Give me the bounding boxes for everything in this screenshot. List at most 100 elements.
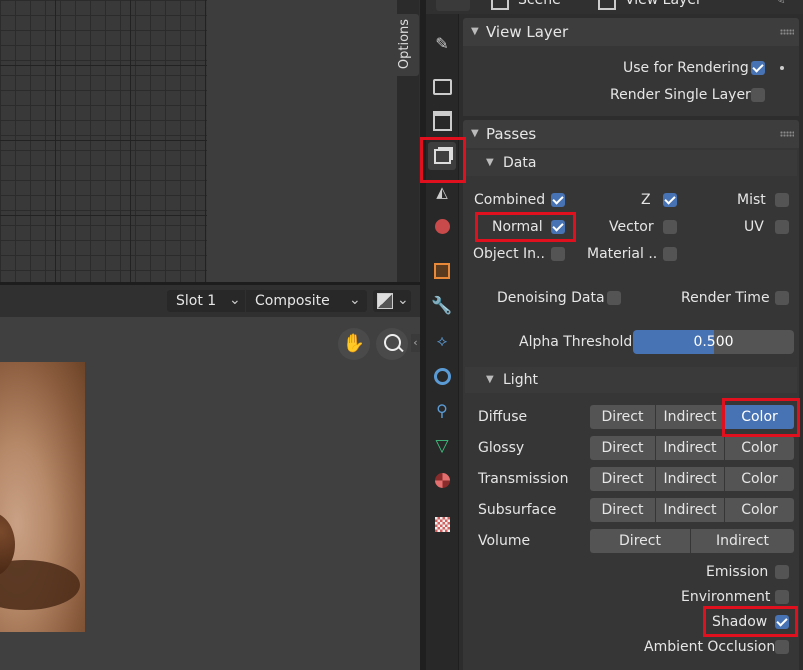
- collapse-arrow-icon: ▼: [486, 157, 494, 168]
- ambient-occlusion-checkbox[interactable]: [775, 640, 789, 654]
- material-index-label: Material ..: [587, 246, 658, 262]
- options-side-tab[interactable]: Options: [397, 0, 419, 282]
- glossy-indirect-button[interactable]: Indirect: [656, 436, 724, 460]
- slot-label: Slot 1: [176, 293, 217, 309]
- chevron-down-icon: ⌄: [397, 292, 409, 308]
- mist-label: Mist: [737, 192, 766, 208]
- object-index-label: Object In..: [473, 246, 545, 262]
- view-layer-panel-title: View Layer: [486, 23, 569, 41]
- volume-direct-button[interactable]: Direct: [590, 529, 690, 553]
- render-icon[interactable]: [428, 73, 456, 101]
- shadow-checkbox[interactable]: [775, 615, 789, 629]
- environment-checkbox[interactable]: [775, 590, 789, 604]
- view-layer-header-label: View Layer: [625, 0, 702, 8]
- subsurface-color-button[interactable]: Color: [725, 498, 794, 522]
- composite-label: Composite: [255, 293, 330, 309]
- chevron-down-icon: ⌄: [349, 292, 361, 308]
- object-index-checkbox[interactable]: [551, 247, 565, 261]
- subsurface-direct-button[interactable]: Direct: [590, 498, 655, 522]
- particles-icon[interactable]: ⟡: [428, 327, 456, 355]
- collapse-arrow-icon: ▼: [486, 374, 494, 385]
- use-for-rendering-checkbox[interactable]: [751, 61, 765, 75]
- scene-icon[interactable]: ◭: [428, 178, 456, 206]
- render-time-label: Render Time: [681, 290, 770, 306]
- material-icon[interactable]: [428, 466, 456, 494]
- light-subpanel-header[interactable]: ▼ Light: [465, 367, 797, 393]
- composite-dropdown[interactable]: Composite ⌄: [246, 290, 367, 312]
- use-for-rendering-label: Use for Rendering: [623, 60, 749, 76]
- alpha-threshold-slider[interactable]: 0.500: [633, 330, 794, 354]
- diffuse-color-button[interactable]: Color: [725, 405, 794, 429]
- view-layer-icon[interactable]: [428, 142, 456, 170]
- sidebar-collapse-arrow[interactable]: ‹: [411, 334, 420, 352]
- z-checkbox[interactable]: [663, 193, 677, 207]
- data-icon[interactable]: ▽: [428, 432, 456, 460]
- passes-panel-title: Passes: [486, 125, 537, 143]
- diffuse-label: Diffuse: [478, 409, 528, 425]
- glossy-color-button[interactable]: Color: [725, 436, 794, 460]
- uv-label: UV: [744, 219, 764, 235]
- passes-panel-header[interactable]: ▼ Passes: [463, 120, 799, 148]
- emission-label: Emission: [706, 564, 769, 580]
- options-tab-label: Options: [397, 18, 413, 70]
- output-icon[interactable]: [428, 107, 456, 135]
- shadow-label: Shadow: [712, 614, 768, 630]
- slot-dropdown[interactable]: Slot 1 ⌄: [167, 290, 245, 312]
- render-single-layer-label: Render Single Layer: [610, 87, 751, 103]
- viewport-grid-major: [0, 0, 207, 282]
- chevron-down-icon: ⌄: [229, 292, 241, 308]
- vector-checkbox[interactable]: [663, 220, 677, 234]
- object-icon[interactable]: [428, 257, 456, 285]
- render-single-layer-checkbox[interactable]: [751, 88, 765, 102]
- world-icon[interactable]: [428, 212, 456, 240]
- constraints-icon[interactable]: ⚲: [428, 396, 456, 424]
- emission-checkbox[interactable]: [775, 565, 789, 579]
- light-subpanel-title: Light: [503, 372, 538, 388]
- drag-handle-icon[interactable]: [780, 29, 794, 35]
- view-layer-panel-header[interactable]: ▼ View Layer: [463, 18, 799, 46]
- subsurface-indirect-button[interactable]: Indirect: [656, 498, 724, 522]
- diffuse-direct-button[interactable]: Direct: [590, 405, 655, 429]
- pin-icon[interactable]: ✎: [774, 0, 786, 9]
- physics-icon[interactable]: [428, 362, 456, 390]
- display-mode-dropdown[interactable]: ⌄: [373, 290, 411, 312]
- drag-handle-icon[interactable]: [780, 131, 794, 137]
- keyframe-dot-icon[interactable]: [780, 66, 784, 70]
- denoising-data-checkbox[interactable]: [607, 291, 621, 305]
- transmission-color-button[interactable]: Color: [725, 467, 794, 491]
- glossy-direct-button[interactable]: Direct: [590, 436, 655, 460]
- ambient-occlusion-label: Ambient Occlusion: [644, 639, 776, 655]
- render-time-checkbox[interactable]: [775, 291, 789, 305]
- transmission-label: Transmission: [478, 471, 569, 487]
- pan-hand-icon[interactable]: ✋: [338, 328, 370, 360]
- collapse-arrow-icon: ▼: [471, 128, 479, 139]
- alpha-threshold-label: Alpha Threshold: [519, 334, 633, 350]
- mist-checkbox[interactable]: [775, 193, 789, 207]
- modifier-icon[interactable]: 🔧: [428, 292, 456, 320]
- scene-icon: [491, 0, 509, 10]
- normal-label: Normal: [492, 219, 543, 235]
- vector-label: Vector: [609, 219, 654, 235]
- properties-header: Scene View Layer ✎: [426, 0, 803, 14]
- z-label: Z: [641, 192, 651, 208]
- editor-type-button[interactable]: [436, 0, 470, 11]
- texture-icon[interactable]: [428, 510, 456, 538]
- collapse-arrow-icon: ▼: [471, 26, 479, 37]
- normal-checkbox[interactable]: [551, 220, 565, 234]
- alpha-threshold-value: 0.500: [693, 334, 734, 350]
- transmission-indirect-button[interactable]: Indirect: [656, 467, 724, 491]
- diffuse-indirect-button[interactable]: Indirect: [656, 405, 724, 429]
- volume-label: Volume: [478, 533, 531, 549]
- tool-icon[interactable]: ✎: [428, 29, 456, 57]
- environment-label: Environment: [681, 589, 771, 605]
- combined-label: Combined: [474, 192, 546, 208]
- combined-checkbox[interactable]: [551, 193, 565, 207]
- zoom-icon[interactable]: [376, 328, 408, 360]
- volume-indirect-button[interactable]: Indirect: [691, 529, 794, 553]
- material-index-checkbox[interactable]: [663, 247, 677, 261]
- image-icon: [377, 293, 393, 309]
- data-subpanel-header[interactable]: ▼ Data: [465, 150, 797, 176]
- uv-checkbox[interactable]: [775, 220, 789, 234]
- transmission-direct-button[interactable]: Direct: [590, 467, 655, 491]
- empty-editor-area: [207, 0, 397, 282]
